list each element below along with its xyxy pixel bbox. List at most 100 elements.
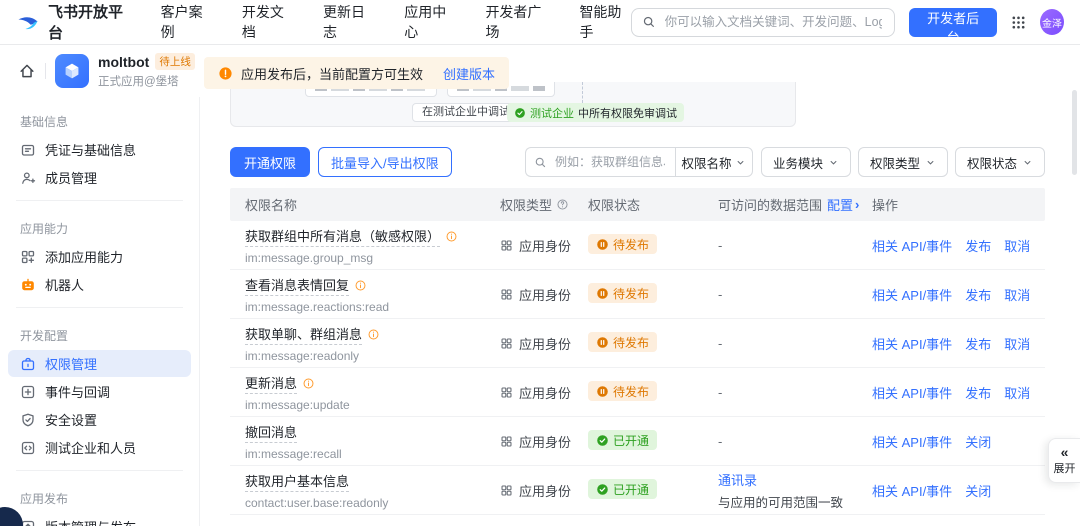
action-cancel-link[interactable]: 取消 [1004,236,1030,255]
action-close-link[interactable]: 关闭 [965,432,991,451]
permission-name: 获取用户基本信息 [245,471,500,492]
expand-panel-tab[interactable]: « 展开 [1048,438,1080,483]
action-related-api-link[interactable]: 相关 API/事件 [872,432,952,451]
permission-scope-code: im:message.reactions:read [245,299,390,314]
sidebar-item-label: 事件与回调 [45,385,111,400]
app-identity-icon [500,239,513,252]
search-icon [534,156,547,169]
test-enterprise-link[interactable]: 测试企业 [530,105,574,121]
table-row: 撤回消息 im:message:recall 应用身份 已开通 - 相关 API/事件 关闭 [230,417,1045,466]
cell-data-range: - [718,384,723,400]
action-publish-link[interactable]: 发布 [965,285,991,304]
open-permission-button[interactable]: 开通权限 [230,147,311,177]
pause-circle-icon [596,238,609,251]
cell-permission-status: 待发布 [588,234,718,256]
sidebar-item-version-release[interactable]: 版本管理与发布 [8,513,191,526]
status-badge: 待发布 [588,332,658,353]
action-close-link[interactable]: 关闭 [965,481,991,500]
publish-warning-banner: 应用发布后，当前配置方可生效 创建版本 [204,57,510,89]
col-header-actions: 操作 [872,198,899,213]
table-header-row: 权限名称 权限类型 权限状态 可访问的数据范围 配置 › 操作 [230,188,1045,221]
sidebar-item-add-capability[interactable]: 添加应用能力 [8,243,191,270]
data-range-link[interactable]: 通讯录 [718,470,872,489]
info-icon[interactable] [445,230,458,243]
top-nav-item[interactable]: 更新日志 [323,2,374,42]
info-icon[interactable] [367,328,380,341]
action-publish-link[interactable]: 发布 [965,383,991,402]
filter-label: 权限类型 [869,156,920,171]
create-version-link[interactable]: 创建版本 [443,64,495,83]
action-related-api-link[interactable]: 相关 API/事件 [872,236,952,255]
table-row: 获取群组中所有消息（敏感权限） im:message.group_msg 应用身份 待… [230,221,1045,270]
table-body: 获取群组中所有消息（敏感权限） im:message.group_msg 应用身份待… [230,221,1045,515]
action-publish-link[interactable]: 发布 [965,334,991,353]
range-config-link[interactable]: 配置 › [827,195,859,214]
sidebar-item-permission-management[interactable]: 权限管理 [8,350,191,377]
permission-scope-code: im:message:update [245,397,350,412]
doc-search-box[interactable] [630,7,896,37]
filter-business-module[interactable]: 业务模块 [760,147,851,177]
top-nav-item[interactable]: 应用中心 [404,2,455,42]
top-nav-item[interactable]: 开发文档 [242,2,293,42]
batch-import-export-button[interactable]: 批量导入/导出权限 [318,147,452,177]
sidebar-item-security-settings[interactable]: 安全设置 [8,406,191,433]
top-nav-item[interactable]: 智能助手 [579,2,630,42]
action-related-api-link[interactable]: 相关 API/事件 [872,481,952,500]
search-field-dropdown[interactable]: 权限名称 [674,147,753,177]
cell-actions: 相关 API/事件 关闭 [872,432,1045,451]
cell-permission-status: 待发布 [588,332,718,354]
action-related-api-link[interactable]: 相关 API/事件 [872,334,952,353]
question-circle-icon[interactable] [556,198,569,211]
permission-type-label: 应用身份 [519,238,572,254]
doc-search-input[interactable] [662,14,885,30]
filter-permission-status[interactable]: 权限状态 [954,147,1045,177]
permission-type-label: 应用身份 [519,287,572,303]
permission-scope-code: im:message:readonly [245,348,360,363]
cell-actions: 相关 API/事件 发布 取消 [872,285,1045,304]
info-icon[interactable] [354,279,367,292]
action-related-api-link[interactable]: 相关 API/事件 [872,383,952,402]
permission-search-input[interactable] [552,154,667,170]
app-switcher-icon[interactable] [1011,15,1026,30]
sidebar-item-label: 添加应用能力 [45,250,124,265]
cell-permission-type: 应用身份 [500,236,588,255]
action-publish-link[interactable]: 发布 [965,236,991,255]
action-cancel-link[interactable]: 取消 [1004,334,1030,353]
sidebar-item-member-management[interactable]: 成员管理 [8,164,191,191]
sidebar-item-test-enterprise[interactable]: 测试企业和人员 [8,434,191,461]
filter-label: 权限状态 [966,156,1017,171]
cell-permission-type: 应用身份 [500,334,588,353]
cell-actions: 相关 API/事件 关闭 [872,481,1045,500]
info-icon[interactable] [302,377,315,390]
sidebar-item-bot[interactable]: 机器人 [8,271,191,298]
sidebar-divider [16,307,183,308]
developer-console-button[interactable]: 开发者后台 [909,7,998,45]
flow-box-debug: 在测试企业中调试 [412,103,520,122]
search-field-label: 权限名称 [681,156,732,171]
home-icon[interactable] [18,62,36,80]
cell-permission-type: 应用身份 [500,432,588,451]
user-avatar[interactable]: 金泽 [1040,9,1065,35]
col-header-status: 权限状态 [588,198,641,213]
permission-search-box[interactable] [524,147,675,177]
permission-name-text: 查看消息表情回复 [245,275,350,296]
action-related-api-link[interactable]: 相关 API/事件 [872,285,952,304]
app-meta: moltbot 待上线 正式应用@堡塔 [98,53,195,89]
status-label: 已开通 [613,433,650,448]
status-label: 已开通 [613,482,650,497]
sidebar-item-credentials[interactable]: 凭证与基础信息 [8,136,191,163]
permissions-table: 权限名称 权限类型 权限状态 可访问的数据范围 配置 › 操作 获取群组中所有消息… [230,188,1045,515]
chevron-down-icon [735,157,746,168]
cell-actions: 相关 API/事件 发布 取消 [872,236,1045,255]
pause-circle-icon [596,385,609,398]
top-nav-item[interactable]: 开发者广场 [485,2,549,42]
filter-permission-type[interactable]: 权限类型 [857,147,948,177]
action-cancel-link[interactable]: 取消 [1004,383,1030,402]
sidebar-item-events-callbacks[interactable]: 事件与回调 [8,378,191,405]
scrollbar-thumb[interactable] [1072,90,1077,175]
cell-actions: 相关 API/事件 发布 取消 [872,383,1045,402]
banner-text: 应用发布后，当前配置方可生效 [241,66,424,82]
top-nav-item[interactable]: 客户案例 [161,2,212,42]
action-cancel-link[interactable]: 取消 [1004,285,1030,304]
col-header-range: 可访问的数据范围 配置 › [718,195,860,214]
